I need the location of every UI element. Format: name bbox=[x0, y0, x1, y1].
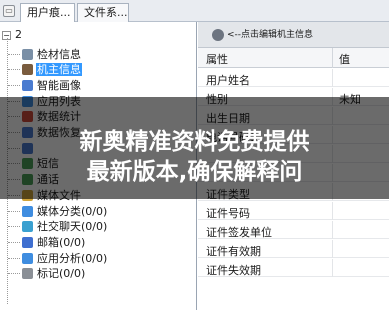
tree-item-label: 媒体分类(0/0) bbox=[37, 204, 108, 218]
app-analysis-icon bbox=[22, 252, 33, 264]
tree-item[interactable]: 检材信息 bbox=[8, 46, 82, 61]
row-divider bbox=[332, 202, 333, 220]
row-divider bbox=[332, 259, 333, 277]
property-row[interactable]: 证件号码 bbox=[198, 202, 389, 220]
property-row[interactable]: 证件签发单位 bbox=[198, 221, 389, 239]
tree-root[interactable]: −2 bbox=[2, 27, 22, 43]
tree-branch-line bbox=[8, 69, 20, 71]
tree-root-label: 2 bbox=[15, 28, 22, 41]
tree-item[interactable]: 媒体分类(0/0) bbox=[8, 203, 108, 218]
tree-branch-line bbox=[8, 257, 20, 259]
banner-line-1: 新奥精准资料免费提供 bbox=[79, 129, 310, 155]
tab-file-system[interactable]: 文件系... bbox=[77, 3, 129, 22]
column-value[interactable]: 值 bbox=[339, 51, 350, 67]
row-divider bbox=[332, 240, 333, 258]
property-key: 证件有效期 bbox=[206, 245, 261, 258]
tree-item[interactable]: 邮箱(0/0) bbox=[8, 234, 86, 249]
tree-item-label: 邮箱(0/0) bbox=[37, 235, 86, 249]
panel-icon[interactable]: ▭ bbox=[3, 5, 15, 17]
tree-branch-line bbox=[8, 210, 20, 212]
tree-item[interactable]: 机主信息 bbox=[8, 62, 82, 77]
media-category-icon bbox=[22, 205, 33, 217]
edit-owner-header[interactable]: <--点击编辑机主信息 bbox=[198, 22, 389, 48]
tree-item-label: 检材信息 bbox=[37, 47, 81, 61]
edit-icon bbox=[212, 29, 224, 41]
person-icon bbox=[22, 64, 33, 76]
tab-bar: ▭ 用户痕... 文件系... bbox=[0, 0, 389, 22]
property-key: 证件失效期 bbox=[206, 264, 261, 277]
property-key: 用户姓名 bbox=[206, 74, 250, 87]
column-divider[interactable] bbox=[332, 48, 333, 68]
portrait-icon bbox=[22, 79, 33, 91]
property-key: 证件号码 bbox=[206, 207, 250, 220]
tree-item-label: 标记(0/0) bbox=[37, 267, 86, 281]
row-divider bbox=[332, 221, 333, 239]
chat-icon bbox=[22, 221, 33, 233]
banner-line-2: 最新版本,确保解释问 bbox=[86, 159, 303, 185]
row-divider bbox=[332, 69, 333, 87]
tree-item-label: 应用分析(0/0) bbox=[37, 251, 108, 265]
property-row[interactable]: 用户姓名 bbox=[198, 69, 389, 87]
property-row[interactable]: 证件失效期 bbox=[198, 259, 389, 277]
tree-branch-line bbox=[8, 273, 20, 275]
property-row[interactable]: 证件有效期 bbox=[198, 240, 389, 258]
tree-item-label: 机主信息 bbox=[36, 63, 82, 77]
tree-branch-line bbox=[8, 226, 20, 228]
property-key: 证件签发单位 bbox=[206, 226, 272, 239]
property-column-header: 属性 值 bbox=[198, 48, 389, 68]
document-icon bbox=[22, 48, 33, 60]
tag-icon bbox=[22, 268, 33, 280]
tree-branch-line bbox=[8, 241, 20, 243]
tree-item[interactable]: 应用分析(0/0) bbox=[8, 250, 108, 265]
column-property[interactable]: 属性 bbox=[206, 51, 228, 67]
tree-branch-line bbox=[8, 84, 20, 86]
tab-user-traces[interactable]: 用户痕... bbox=[20, 3, 75, 22]
edit-owner-hint: <--点击编辑机主信息 bbox=[227, 30, 314, 40]
mail-icon bbox=[22, 236, 33, 248]
tree-item-label: 社交聊天(0/0) bbox=[37, 220, 108, 234]
tree-item[interactable]: 社交聊天(0/0) bbox=[8, 219, 108, 234]
tree-item[interactable]: 标记(0/0) bbox=[8, 266, 86, 281]
tree-item-label: 智能画像 bbox=[37, 78, 81, 92]
tree-branch-line bbox=[8, 53, 20, 55]
tree-item[interactable]: 智能画像 bbox=[8, 77, 82, 92]
